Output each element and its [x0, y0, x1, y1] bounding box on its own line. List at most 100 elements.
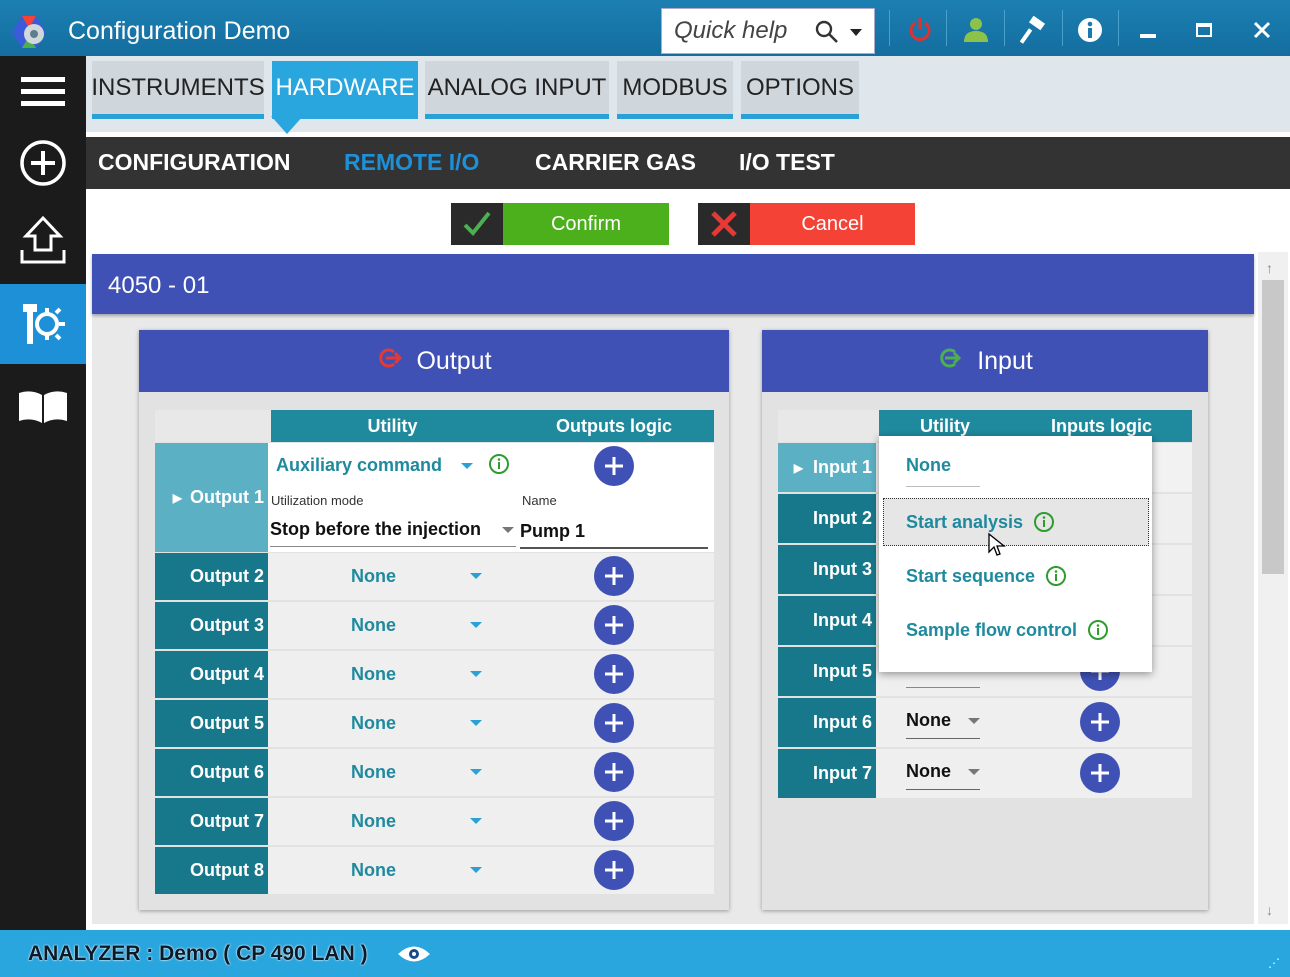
info-circle-icon[interactable]	[1045, 565, 1067, 587]
chevron-down-icon[interactable]	[470, 671, 482, 677]
chevron-down-icon[interactable]	[470, 769, 482, 775]
output-utility-select[interactable]: None	[351, 762, 396, 783]
minimize-icon[interactable]	[1128, 12, 1168, 48]
sidebar	[0, 56, 86, 930]
info-circle-icon[interactable]	[488, 453, 510, 480]
info-circle-icon[interactable]	[1033, 511, 1055, 533]
grid-corner	[155, 410, 271, 442]
add-logic-button[interactable]	[594, 654, 634, 694]
output-row-label[interactable]: Output 2	[155, 553, 268, 600]
input-card-header: Input	[762, 330, 1208, 392]
subtab-io-test[interactable]: I/O TEST	[739, 149, 835, 176]
search-icon[interactable]	[814, 19, 840, 50]
menu-icon[interactable]	[0, 56, 86, 126]
add-logic-button[interactable]	[594, 446, 634, 486]
user-icon[interactable]	[956, 12, 996, 48]
subtab-carrier-gas[interactable]: CARRIER GAS	[535, 149, 696, 176]
output-utility-header: Utility	[271, 410, 514, 442]
cancel-button[interactable]: Cancel	[698, 203, 915, 245]
chevron-down-icon[interactable]	[470, 720, 482, 726]
input-utility-underline	[906, 687, 980, 688]
subtab-remote-io[interactable]: REMOTE I/O	[344, 149, 479, 176]
tab-analog-input[interactable]: ANALOG INPUT	[425, 61, 609, 119]
tab-hardware[interactable]: HARDWARE	[272, 61, 418, 119]
eye-icon[interactable]	[396, 943, 432, 970]
output-row-label[interactable]: Output 5	[155, 700, 268, 747]
info-icon[interactable]	[1070, 12, 1110, 48]
chevron-down-icon[interactable]	[470, 622, 482, 628]
output-row-label[interactable]: Output 4	[155, 651, 268, 698]
input-row-label[interactable]: Input 7	[778, 749, 876, 798]
output-row-label[interactable]: Output 8	[155, 847, 268, 894]
chevron-down-icon[interactable]	[968, 769, 980, 775]
output1-utility-select[interactable]: Auxiliary command	[276, 455, 442, 476]
chevron-down-icon[interactable]	[470, 818, 482, 824]
name-field[interactable]: Pump 1	[520, 521, 708, 549]
output-card-header: Output	[139, 330, 729, 392]
chevron-down-icon[interactable]	[502, 527, 514, 533]
chevron-down-icon[interactable]	[470, 867, 482, 873]
quick-help-box[interactable]	[661, 8, 875, 54]
input-row-label[interactable]: Input 3	[778, 545, 876, 594]
tab-options[interactable]: OPTIONS	[741, 61, 859, 119]
hammer-icon[interactable]	[1014, 12, 1054, 48]
scroll-down-arrow-icon[interactable]: ↓	[1266, 902, 1273, 918]
input-row-label[interactable]: Input 2	[778, 494, 876, 543]
output-utility-select[interactable]: None	[351, 615, 396, 636]
output-utility-select[interactable]: None	[351, 664, 396, 685]
app-title: Configuration Demo	[68, 17, 291, 45]
resize-grip-icon[interactable]: ⋰	[1268, 956, 1280, 970]
add-logic-button[interactable]	[594, 703, 634, 743]
output-utility-select[interactable]: None	[351, 811, 396, 832]
quick-help-input[interactable]	[662, 9, 812, 53]
output-utility-select[interactable]: None	[351, 713, 396, 734]
chevron-down-icon[interactable]	[461, 463, 473, 469]
input-utility-select[interactable]: None	[906, 761, 980, 790]
add-logic-button[interactable]	[1080, 753, 1120, 793]
x-icon	[698, 203, 750, 245]
add-logic-button[interactable]	[594, 850, 634, 890]
chevron-down-icon[interactable]	[470, 573, 482, 579]
input-row-label[interactable]: Input 5	[778, 647, 876, 696]
tab-modbus[interactable]: MODBUS	[617, 61, 733, 119]
input-row-label[interactable]: Input 4	[778, 596, 876, 645]
scrollbar-thumb[interactable]	[1262, 280, 1284, 574]
dropdown-item-start-analysis[interactable]: Start analysis	[883, 498, 1149, 546]
input-arrow-icon	[937, 345, 963, 378]
output-row-label[interactable]: ▶ Output 1	[155, 443, 268, 552]
add-circle-icon[interactable]	[0, 128, 86, 198]
book-icon[interactable]	[0, 372, 86, 442]
tab-instruments[interactable]: INSTRUMENTS	[91, 61, 265, 119]
dropdown-item-start-sequence[interactable]: Start sequence	[879, 553, 1152, 599]
add-logic-button[interactable]	[594, 801, 634, 841]
add-logic-button[interactable]	[594, 605, 634, 645]
scroll-up-arrow-icon[interactable]: ↑	[1266, 260, 1273, 276]
info-circle-icon[interactable]	[1087, 619, 1109, 641]
output-row-label[interactable]: Output 6	[155, 749, 268, 796]
confirm-button[interactable]: Confirm	[451, 203, 669, 245]
output-row-label[interactable]: Output 3	[155, 602, 268, 649]
upload-icon[interactable]	[0, 206, 86, 276]
input-row-label[interactable]: ▶ Input 1	[778, 443, 876, 492]
power-icon[interactable]	[900, 12, 940, 48]
add-logic-button[interactable]	[1080, 702, 1120, 742]
add-logic-button[interactable]	[594, 752, 634, 792]
subtab-configuration[interactable]: CONFIGURATION	[98, 149, 291, 176]
output-utility-select[interactable]: None	[351, 566, 396, 587]
utilization-mode-select[interactable]: Stop before the injection	[270, 519, 516, 547]
hardware-tools-icon[interactable]	[0, 284, 86, 364]
add-logic-button[interactable]	[594, 556, 634, 596]
active-tab-pointer	[271, 116, 303, 134]
close-icon[interactable]	[1242, 12, 1282, 48]
dropdown-item-none[interactable]: None	[879, 442, 1152, 488]
status-bar: ANALYZER : Demo ( CP 490 LAN ) ⋰	[0, 930, 1290, 977]
dropdown-item-sample-flow-control[interactable]: Sample flow control	[879, 607, 1152, 653]
output-utility-select[interactable]: None	[351, 860, 396, 881]
input-utility-select[interactable]: None	[906, 710, 980, 739]
maximize-icon[interactable]	[1184, 12, 1224, 48]
chevron-down-icon[interactable]	[850, 29, 862, 36]
separator	[946, 10, 947, 46]
chevron-down-icon[interactable]	[968, 718, 980, 724]
input-row-label[interactable]: Input 6	[778, 698, 876, 747]
output-row-label[interactable]: Output 7	[155, 798, 268, 845]
